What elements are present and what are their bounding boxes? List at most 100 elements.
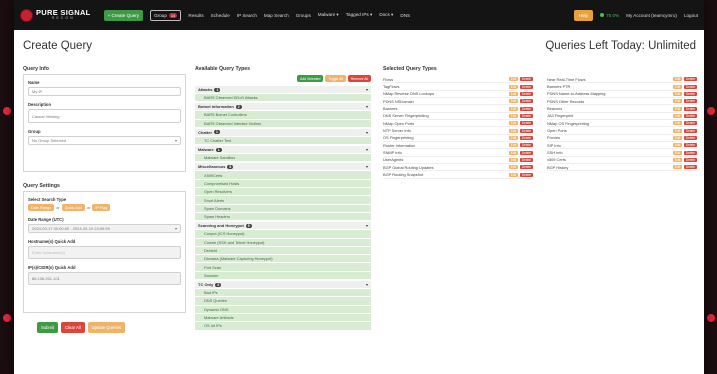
brand-logo[interactable]: PURE SIGNAL RECON (20, 8, 91, 22)
edit-query-button[interactable]: Edit (672, 143, 683, 148)
delete-query-button[interactable]: Delete (683, 143, 697, 148)
query-type-item[interactable]: Malware Artifacts (195, 313, 371, 322)
groups-button[interactable]: Group 14 (150, 9, 182, 21)
edit-query-button[interactable]: Edit (508, 143, 519, 148)
query-type-item[interactable]: Port Scan (195, 263, 371, 271)
edit-query-button[interactable]: Edit (508, 99, 519, 104)
edit-query-button[interactable]: Edit (508, 128, 519, 133)
submit-button[interactable]: Submit (37, 322, 59, 333)
name-input[interactable]: My IP (28, 87, 181, 96)
query-type-item[interactable]: Compromised Hosts (195, 179, 371, 188)
nav-link-dns[interactable]: DNS (400, 13, 410, 18)
edit-query-button[interactable]: Edit (508, 91, 519, 96)
delete-query-button[interactable]: Delete (519, 172, 533, 177)
edit-query-button[interactable]: Edit (508, 113, 519, 118)
my-account-link[interactable]: My Account (teamcymru) (626, 13, 677, 18)
query-type-item[interactable]: Open Resolvers (195, 188, 371, 196)
date-range-input[interactable]: 2024-03-17 00:00:00 - 2024-03-19 23:59:5… (28, 224, 181, 233)
toggle-all-button[interactable]: Toggle All (325, 75, 346, 82)
nav-link-results[interactable]: Results (188, 13, 203, 18)
category-header[interactable]: Scanning and Honeypot 5 ▾ (195, 222, 371, 230)
query-type-item[interactable]: OS Int IPs (195, 322, 371, 330)
delete-query-button[interactable]: Delete (519, 106, 533, 111)
ip-quick-add-input[interactable]: 86.106.201.101 (28, 272, 181, 285)
query-type-item[interactable]: TC Chatter Text (195, 136, 371, 145)
query-type-item[interactable]: Scanner (195, 271, 371, 280)
delete-query-button[interactable]: Delete (519, 77, 533, 82)
query-type-item[interactable]: Bad IPs (195, 289, 371, 297)
query-type-item[interactable]: X509Certs (195, 171, 371, 179)
query-type-item[interactable]: Cowrie (SSH and Telnet Honeypot) (195, 238, 371, 246)
delete-query-button[interactable]: Delete (519, 128, 533, 133)
edit-query-button[interactable]: Edit (672, 121, 683, 126)
nav-link-malware[interactable]: Malware ▾ (318, 12, 339, 18)
delete-query-button[interactable]: Delete (519, 135, 533, 140)
remove-all-button[interactable]: Remove All (347, 75, 371, 82)
nav-link-groups[interactable]: Groups (296, 13, 311, 18)
edit-query-button[interactable]: Edit (672, 113, 683, 118)
nav-link-schedule[interactable]: Schedule (211, 13, 230, 18)
delete-query-button[interactable]: Delete (519, 121, 533, 126)
delete-query-button[interactable]: Delete (519, 150, 533, 155)
nav-link-docs[interactable]: Docs ▾ (379, 12, 393, 18)
delete-query-button[interactable]: Delete (683, 84, 697, 89)
delete-query-button[interactable]: Delete (519, 143, 533, 148)
edit-query-button[interactable]: Edit (672, 165, 683, 170)
delete-query-button[interactable]: Delete (519, 99, 533, 104)
create-query-button[interactable]: + Create Query (103, 9, 144, 21)
delete-query-button[interactable]: Delete (683, 113, 697, 118)
category-header[interactable]: Malware 1 ▾ (195, 146, 371, 154)
edit-query-button[interactable]: Edit (508, 77, 519, 82)
edit-query-button[interactable]: Edit (672, 128, 683, 133)
edit-query-button[interactable]: Edit (672, 150, 683, 155)
search-type-ip-flag[interactable]: IP Flag (92, 204, 111, 211)
delete-query-button[interactable]: Delete (683, 157, 697, 162)
nav-link-tagged-ips[interactable]: Tagged IPs ▾ (346, 12, 373, 18)
add-selected-button[interactable]: Add Selected (297, 75, 324, 82)
delete-query-button[interactable]: Delete (683, 99, 697, 104)
category-header[interactable]: Attacks 1 ▾ (195, 86, 371, 93)
delete-query-button[interactable]: Delete (519, 84, 533, 89)
edit-query-button[interactable]: Edit (508, 121, 519, 126)
update-queries-button[interactable]: Update Queries (87, 322, 125, 333)
delete-query-button[interactable]: Delete (683, 121, 697, 126)
clear-all-button[interactable]: Clear All (61, 322, 85, 333)
query-type-item[interactable]: Dshield (195, 246, 371, 255)
query-type-item[interactable]: BARS Observed DDoS Attacks (195, 94, 371, 102)
nav-link-ip-search[interactable]: IP Search (237, 13, 257, 18)
help-button[interactable]: Help (573, 9, 594, 21)
search-type-quick-add[interactable]: Quick Add (61, 204, 85, 211)
edit-query-button[interactable]: Edit (672, 77, 683, 82)
edit-query-button[interactable]: Edit (672, 84, 683, 89)
hostname-quick-add-input[interactable]: Enter hostname(s) (28, 246, 181, 259)
delete-query-button[interactable]: Delete (683, 106, 697, 111)
delete-query-button[interactable]: Delete (683, 77, 697, 82)
edit-query-button[interactable]: Edit (672, 99, 683, 104)
category-header[interactable]: Botnet Information 2 ▾ (195, 103, 371, 111)
search-type-date-range[interactable]: Date Range (28, 204, 55, 211)
edit-query-button[interactable]: Edit (508, 84, 519, 89)
category-header[interactable]: Chatter 1 ▾ (195, 128, 371, 136)
category-header[interactable]: TC Only 5 ▾ (195, 281, 371, 289)
delete-query-button[interactable]: Delete (683, 135, 697, 140)
description-textarea[interactable]: Casual Viewing (28, 109, 181, 123)
edit-query-button[interactable]: Edit (508, 165, 519, 170)
edit-query-button[interactable]: Edit (672, 91, 683, 96)
query-type-item[interactable]: BARS Botnet Controllers (195, 111, 371, 119)
query-type-item[interactable]: Dionaea (Malware Capturing Honeypot) (195, 255, 371, 263)
delete-query-button[interactable]: Delete (519, 113, 533, 118)
delete-query-button[interactable]: Delete (683, 128, 697, 133)
query-type-item[interactable]: Conpot (ICS Honeypot) (195, 230, 371, 238)
delete-query-button[interactable]: Delete (519, 157, 533, 162)
edit-query-button[interactable]: Edit (672, 135, 683, 140)
delete-query-button[interactable]: Delete (519, 91, 533, 96)
delete-query-button[interactable]: Delete (683, 165, 697, 170)
group-select[interactable]: No Group Selected ▾ (28, 136, 181, 145)
query-type-item[interactable]: Dynamic DNS (195, 305, 371, 313)
nav-link-map-search[interactable]: Map Search (264, 13, 289, 18)
query-type-item[interactable]: DNS Queries (195, 297, 371, 305)
edit-query-button[interactable]: Edit (508, 150, 519, 155)
edit-query-button[interactable]: Edit (508, 135, 519, 140)
delete-query-button[interactable]: Delete (519, 165, 533, 170)
logout-link[interactable]: Logout (684, 13, 698, 18)
